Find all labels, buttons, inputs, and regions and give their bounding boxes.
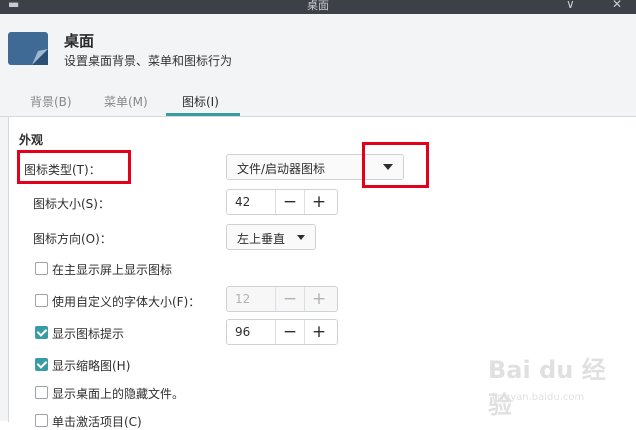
watermark: Bai du 经验 jingyan.baidu.com xyxy=(488,350,608,419)
tooltip-size-decrease-button[interactable]: − xyxy=(275,320,304,344)
icon-type-value: 文件/启动器图标 xyxy=(237,162,326,176)
show-tooltips-label[interactable]: 显示图标提示 xyxy=(52,325,124,342)
icon-orientation-dropdown[interactable]: 左上垂直 xyxy=(226,224,316,250)
tab-bar: 背景(B) 菜单(M) 图标(I) xyxy=(0,82,636,117)
show-on-primary-checkbox[interactable] xyxy=(35,262,48,275)
tab-background[interactable]: 背景(B) xyxy=(30,93,72,110)
show-tooltips-checkbox[interactable] xyxy=(35,326,48,339)
desktop-icon xyxy=(8,32,48,65)
custom-font-size-label[interactable]: 使用自定义的字体大小(F)： xyxy=(52,293,200,310)
appearance-section-label: 外观 xyxy=(19,133,44,147)
icon-size-value[interactable]: 42 xyxy=(235,195,250,209)
icon-size-label: 图标大小(S)： xyxy=(33,197,110,211)
dialog-header: 桌面 设置桌面背景、菜单和图标行为 xyxy=(0,14,636,82)
minimize-icon[interactable]: ∨ xyxy=(566,0,575,11)
header-title: 桌面 xyxy=(64,32,95,50)
show-thumbnails-checkbox[interactable] xyxy=(35,358,48,371)
highlight-box-label xyxy=(17,150,131,184)
tab-menus[interactable]: 菜单(M) xyxy=(104,93,148,110)
custom-font-size-checkbox[interactable] xyxy=(35,294,48,307)
tab-icons[interactable]: 图标(I) xyxy=(182,93,219,110)
single-click-label[interactable]: 单击激活项目(C) xyxy=(52,413,142,430)
chevron-down-icon xyxy=(297,235,305,240)
close-icon[interactable]: ✕ xyxy=(612,0,622,11)
custom-font-size-value: 12 xyxy=(235,292,251,306)
show-on-primary-label[interactable]: 在主显示屏上显示图标 xyxy=(52,261,172,278)
icon-orientation-label: 图标方向(O)： xyxy=(33,232,112,246)
show-thumbnails-label[interactable]: 显示缩略图(H) xyxy=(52,357,130,374)
icon-size-increase-button[interactable]: + xyxy=(304,190,333,214)
custom-font-size-increase-button: + xyxy=(304,287,333,311)
show-hidden-label[interactable]: 显示桌面上的隐藏文件。 xyxy=(52,385,184,402)
show-hidden-checkbox[interactable] xyxy=(35,386,48,399)
window-title: 桌面 xyxy=(307,0,329,12)
icon-size-decrease-button[interactable]: − xyxy=(275,190,304,214)
header-subtitle: 设置桌面背景、菜单和图标行为 xyxy=(64,54,233,68)
icon-size-stepper[interactable]: 42 − + xyxy=(226,189,338,215)
tooltip-size-value[interactable]: 96 xyxy=(235,325,250,339)
watermark-url: jingyan.baidu.com xyxy=(492,392,585,403)
highlight-box-dropdown xyxy=(362,142,429,188)
custom-font-size-decrease-button: − xyxy=(275,287,304,311)
watermark-logo-text: Bai du 经验 xyxy=(488,356,606,419)
icon-orientation-value: 左上垂直 xyxy=(237,232,286,246)
custom-font-size-stepper: 12 − + xyxy=(226,286,338,312)
window-titlebar: ▬ 桌面 ∨ ✕ xyxy=(0,0,636,14)
tooltip-size-stepper[interactable]: 96 − + xyxy=(226,319,338,345)
tooltip-size-increase-button[interactable]: + xyxy=(304,320,333,344)
